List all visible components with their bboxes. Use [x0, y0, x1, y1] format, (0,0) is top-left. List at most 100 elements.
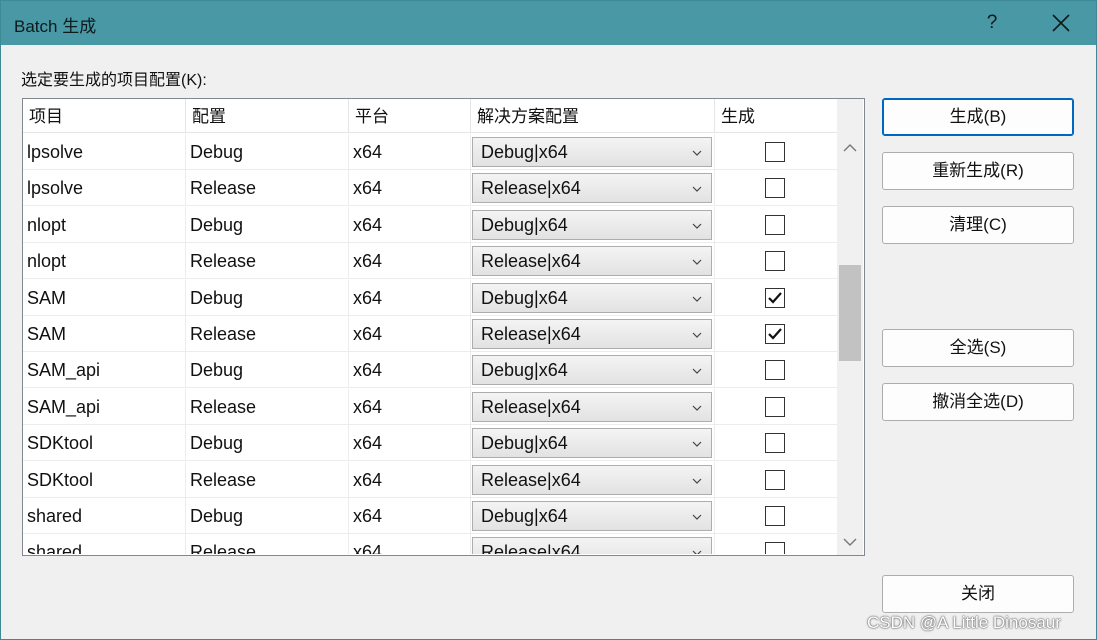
project-cell: SAM_api	[23, 352, 186, 388]
column-header-solution-config[interactable]: 解决方案配置	[471, 99, 715, 132]
dropdown-value: Release|x64	[481, 178, 581, 198]
dropdown-value: Debug|x64	[481, 288, 568, 308]
list-rows: lpsolve Debug x64 Debug|x64 lpsolve Release x6…	[23, 134, 837, 554]
deselect-all-button[interactable]: 撤消全选(D)	[882, 383, 1074, 421]
table-row[interactable]: SAM Release x64 Release|x64	[23, 316, 837, 352]
build-cell	[715, 243, 837, 279]
solution-config-dropdown[interactable]: Debug|x64	[472, 137, 712, 167]
solution-config-dropdown[interactable]: Release|x64	[472, 392, 712, 422]
config-cell: Release	[186, 462, 349, 498]
platform-cell: x64	[349, 425, 471, 461]
config-cell: Debug	[186, 280, 349, 316]
table-row[interactable]: SDKtool Debug x64 Debug|x64	[23, 425, 837, 461]
platform-cell: x64	[349, 498, 471, 534]
project-cell: nlopt	[23, 207, 186, 243]
close-window-button[interactable]	[1044, 6, 1078, 40]
table-row[interactable]: SDKtool Release x64 Release|x64	[23, 462, 837, 498]
build-cell	[715, 170, 837, 206]
platform-cell: x64	[349, 352, 471, 388]
project-cell: lpsolve	[23, 134, 186, 170]
build-cell	[715, 207, 837, 243]
project-cell: shared	[23, 498, 186, 534]
project-cell: shared	[23, 534, 186, 554]
platform-cell: x64	[349, 389, 471, 425]
vertical-scrollbar[interactable]	[837, 99, 863, 555]
solution-config-dropdown[interactable]: Debug|x64	[472, 355, 712, 385]
config-cell: Release	[186, 534, 349, 554]
solution-config-dropdown[interactable]: Debug|x64	[472, 210, 712, 240]
platform-cell: x64	[349, 243, 471, 279]
config-cell: Release	[186, 243, 349, 279]
chevron-down-icon	[692, 514, 702, 520]
solution-config-dropdown[interactable]: Debug|x64	[472, 428, 712, 458]
scroll-up-icon[interactable]	[843, 143, 857, 153]
column-header-platform[interactable]: 平台	[349, 99, 471, 132]
solution-config-dropdown[interactable]: Release|x64	[472, 173, 712, 203]
table-row[interactable]: SAM_api Release x64 Release|x64	[23, 389, 837, 425]
table-row[interactable]: lpsolve Debug x64 Debug|x64	[23, 134, 837, 170]
chevron-down-icon	[692, 478, 702, 484]
column-header-config[interactable]: 配置	[186, 99, 349, 132]
table-row[interactable]: SAM Debug x64 Debug|x64	[23, 280, 837, 316]
close-button[interactable]: 关闭	[882, 575, 1074, 613]
solution-config-dropdown[interactable]: Release|x64	[472, 246, 712, 276]
table-row[interactable]: shared Release x64 Release|x64	[23, 534, 837, 554]
platform-cell: x64	[349, 207, 471, 243]
column-header-build[interactable]: 生成	[715, 99, 837, 132]
table-row[interactable]: lpsolve Release x64 Release|x64	[23, 170, 837, 206]
build-cell	[715, 389, 837, 425]
list-header: 项目 配置 平台 解决方案配置 生成	[23, 99, 837, 133]
build-cell	[715, 534, 837, 554]
platform-cell: x64	[349, 316, 471, 352]
build-cell	[715, 498, 837, 534]
table-row[interactable]: nlopt Release x64 Release|x64	[23, 243, 837, 279]
chevron-down-icon	[692, 150, 702, 156]
chevron-down-icon	[692, 296, 702, 302]
chevron-down-icon	[692, 186, 702, 192]
platform-cell: x64	[349, 462, 471, 498]
rebuild-button[interactable]: 重新生成(R)	[882, 152, 1074, 190]
solution-config-dropdown[interactable]: Release|x64	[472, 319, 712, 349]
build-cell	[715, 134, 837, 170]
help-button[interactable]: ?	[976, 6, 1008, 40]
chevron-down-icon	[692, 259, 702, 265]
platform-cell: x64	[349, 134, 471, 170]
project-cell: SAM_api	[23, 389, 186, 425]
dropdown-value: Release|x64	[481, 324, 581, 344]
solution-config-dropdown[interactable]: Release|x64	[472, 465, 712, 495]
select-all-button[interactable]: 全选(S)	[882, 329, 1074, 367]
title-bar[interactable]: Batch 生成 ?	[1, 1, 1096, 45]
scroll-thumb[interactable]	[839, 265, 861, 361]
table-row[interactable]: SAM_api Debug x64 Debug|x64	[23, 352, 837, 388]
build-cell	[715, 280, 837, 316]
config-cell: Debug	[186, 498, 349, 534]
solution-config-dropdown[interactable]: Release|x64	[472, 537, 712, 554]
chevron-down-icon	[692, 332, 702, 338]
scroll-down-icon[interactable]	[843, 537, 857, 547]
dropdown-value: Debug|x64	[481, 360, 568, 380]
build-button[interactable]: 生成(B)	[882, 98, 1074, 136]
project-cell: SAM	[23, 316, 186, 352]
solution-config-dropdown[interactable]: Debug|x64	[472, 501, 712, 531]
chevron-down-icon	[692, 223, 702, 229]
chevron-down-icon	[692, 368, 702, 374]
config-cell: Release	[186, 389, 349, 425]
config-cell: Debug	[186, 425, 349, 461]
config-cell: Debug	[186, 207, 349, 243]
table-row[interactable]: nlopt Debug x64 Debug|x64	[23, 207, 837, 243]
chevron-down-icon	[692, 405, 702, 411]
build-cell	[715, 316, 837, 352]
config-cell: Release	[186, 316, 349, 352]
dropdown-value: Debug|x64	[481, 506, 568, 526]
project-cell: SDKtool	[23, 462, 186, 498]
select-configs-label: 选定要生成的项目配置(K):	[21, 72, 207, 89]
clean-button[interactable]: 清理(C)	[882, 206, 1074, 244]
column-header-project[interactable]: 项目	[23, 99, 186, 132]
project-config-list[interactable]: 项目 配置 平台 解决方案配置 生成 lpsolve Debug x64 Debug|…	[22, 98, 865, 556]
table-row[interactable]: shared Debug x64 Debug|x64	[23, 498, 837, 534]
dropdown-value: Release|x64	[481, 542, 581, 554]
dropdown-value: Release|x64	[481, 251, 581, 271]
solution-config-dropdown[interactable]: Debug|x64	[472, 283, 712, 313]
config-cell: Debug	[186, 352, 349, 388]
chevron-down-icon	[692, 550, 702, 554]
